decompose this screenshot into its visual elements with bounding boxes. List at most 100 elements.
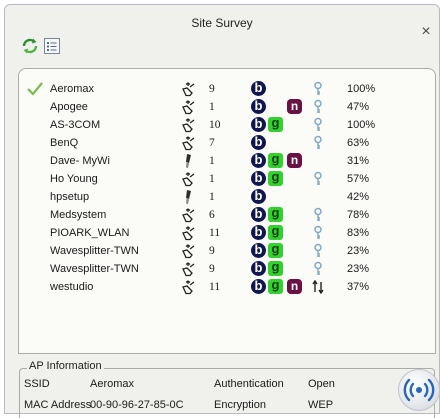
signal-strength: 47% xyxy=(347,101,370,113)
network-ssid: BenQ xyxy=(50,137,79,149)
802-11b-icon: b xyxy=(251,117,266,132)
network-row[interactable]: westudio 11 b g n 37% xyxy=(19,278,435,298)
security-key-icon xyxy=(311,171,325,190)
network-row[interactable]: BenQ 7 b 63% xyxy=(19,135,435,151)
network-channel: 1 xyxy=(209,155,215,167)
network-ssid: Apogee xyxy=(50,101,88,113)
signal-strength: 37% xyxy=(347,281,370,293)
802-11b-icon: b xyxy=(251,171,266,186)
security-key-icon xyxy=(311,81,325,100)
infrastructure-mode-icon xyxy=(181,135,197,154)
802-11g-icon: g xyxy=(268,278,283,294)
infrastructure-mode-icon xyxy=(181,279,197,298)
infrastructure-mode-icon xyxy=(181,261,197,280)
signal-strength: 23% xyxy=(347,245,370,257)
network-channel: 9 xyxy=(209,83,215,95)
network-ssid: Ho Young xyxy=(50,173,98,185)
802-11g-icon: g xyxy=(268,116,283,132)
infrastructure-mode-icon xyxy=(181,225,197,244)
connected-check-icon xyxy=(27,82,43,99)
mac-address-label: MAC Address xyxy=(24,399,92,411)
802-11b-icon: b xyxy=(251,153,266,168)
network-channel: 10 xyxy=(209,119,221,131)
window-title: Site Survey xyxy=(191,16,253,30)
connect-button[interactable] xyxy=(398,369,440,411)
infrastructure-mode-icon xyxy=(181,243,197,262)
site-survey-window: Site Survey × Aeromax 9 b 100% Apogee 1 b n 47% A… xyxy=(4,4,440,418)
802-11b-icon: b xyxy=(251,207,266,222)
security-key-icon xyxy=(311,243,325,262)
signal-strength: 78% xyxy=(347,209,370,221)
network-row[interactable]: Wavesplitter-TWN 9 b g 23% xyxy=(19,242,435,262)
802-11g-icon: g xyxy=(268,224,283,240)
network-row[interactable]: hpsetup 1 b 42% xyxy=(19,189,435,205)
network-channel: 1 xyxy=(209,101,215,113)
network-row[interactable]: Medsystem 6 b g 78% xyxy=(19,206,435,226)
802-11n-icon: n xyxy=(287,99,302,114)
network-ssid: hpsetup xyxy=(50,191,90,203)
802-11b-icon: b xyxy=(251,99,266,114)
network-row[interactable]: Apogee 1 b n 47% xyxy=(19,99,435,115)
network-channel: 1 xyxy=(209,173,215,185)
802-11b-icon: b xyxy=(251,279,266,294)
network-channel: 7 xyxy=(209,137,215,149)
network-row[interactable]: Aeromax 9 b 100% xyxy=(19,81,435,97)
network-ssid: AS-3COM xyxy=(50,119,101,131)
network-channel: 11 xyxy=(209,227,221,239)
network-row[interactable]: Ho Young 1 b g 57% xyxy=(19,170,435,190)
security-key-icon xyxy=(311,135,325,154)
signal-strength: 100% xyxy=(347,119,376,131)
signal-strength: 63% xyxy=(347,137,370,149)
security-key-icon xyxy=(311,225,325,244)
infrastructure-mode-icon xyxy=(181,81,197,100)
signal-strength: 31% xyxy=(347,155,370,167)
security-key-icon xyxy=(311,261,325,280)
network-ssid: PIOARK_WLAN xyxy=(50,227,130,239)
network-ssid: Medsystem xyxy=(50,209,107,221)
802-11g-icon: g xyxy=(268,206,283,222)
encryption-label: Encryption xyxy=(214,399,266,411)
802-11b-icon: b xyxy=(251,225,266,240)
network-row[interactable]: AS-3COM 10 b g 100% xyxy=(19,116,435,133)
adhoc-mode-icon xyxy=(181,189,197,208)
signal-strength: 23% xyxy=(347,263,370,275)
authentication-label: Authentication xyxy=(214,378,284,390)
infrastructure-mode-icon xyxy=(181,207,197,226)
network-row[interactable]: Wavesplitter-TWN 9 b g 23% xyxy=(19,260,435,280)
close-icon[interactable]: × xyxy=(417,24,435,41)
802-11n-icon: n xyxy=(287,279,302,294)
wps-icon xyxy=(311,279,325,298)
ssid-value: Aeromax xyxy=(90,378,135,390)
network-row[interactable]: Dave- MyWi 1 b g n 31% xyxy=(19,152,435,172)
adhoc-mode-icon xyxy=(181,153,197,172)
network-ssid: Wavesplitter-TWN xyxy=(50,245,139,257)
802-11b-icon: b xyxy=(251,261,266,276)
refresh-icon[interactable] xyxy=(21,37,39,55)
ssid-label: SSID xyxy=(24,378,50,390)
network-channel: 6 xyxy=(209,209,215,221)
network-channel: 9 xyxy=(209,263,215,275)
signal-strength: 57% xyxy=(347,173,370,185)
authentication-value: Open xyxy=(308,378,335,390)
mac-address-value: 00-90-96-27-85-0C xyxy=(90,399,184,411)
network-ssid: Aeromax xyxy=(50,83,95,95)
802-11g-icon: g xyxy=(268,170,283,186)
802-11n-icon: n xyxy=(287,153,302,168)
network-channel: 9 xyxy=(209,245,215,257)
signal-strength: 100% xyxy=(347,83,376,95)
network-channel: 11 xyxy=(209,281,221,293)
802-11b-icon: b xyxy=(251,189,266,204)
list-view-icon[interactable] xyxy=(43,37,61,55)
network-ssid: Dave- MyWi xyxy=(50,155,110,167)
ap-information-group: SSID Aeromax Authentication Open MAC Add… xyxy=(19,368,435,418)
802-11g-icon: g xyxy=(268,260,283,276)
802-11g-icon: g xyxy=(268,152,283,168)
security-key-icon xyxy=(311,99,325,118)
infrastructure-mode-icon xyxy=(181,171,197,190)
network-channel: 1 xyxy=(209,191,215,203)
802-11g-icon: g xyxy=(268,242,283,258)
network-row[interactable]: PIOARK_WLAN 11 b g 83% xyxy=(19,224,435,244)
encryption-value: WEP xyxy=(308,399,334,411)
security-key-icon xyxy=(311,207,325,226)
network-list: Aeromax 9 b 100% Apogee 1 b n 47% AS-3COM 10 b g 100%… xyxy=(18,68,436,354)
